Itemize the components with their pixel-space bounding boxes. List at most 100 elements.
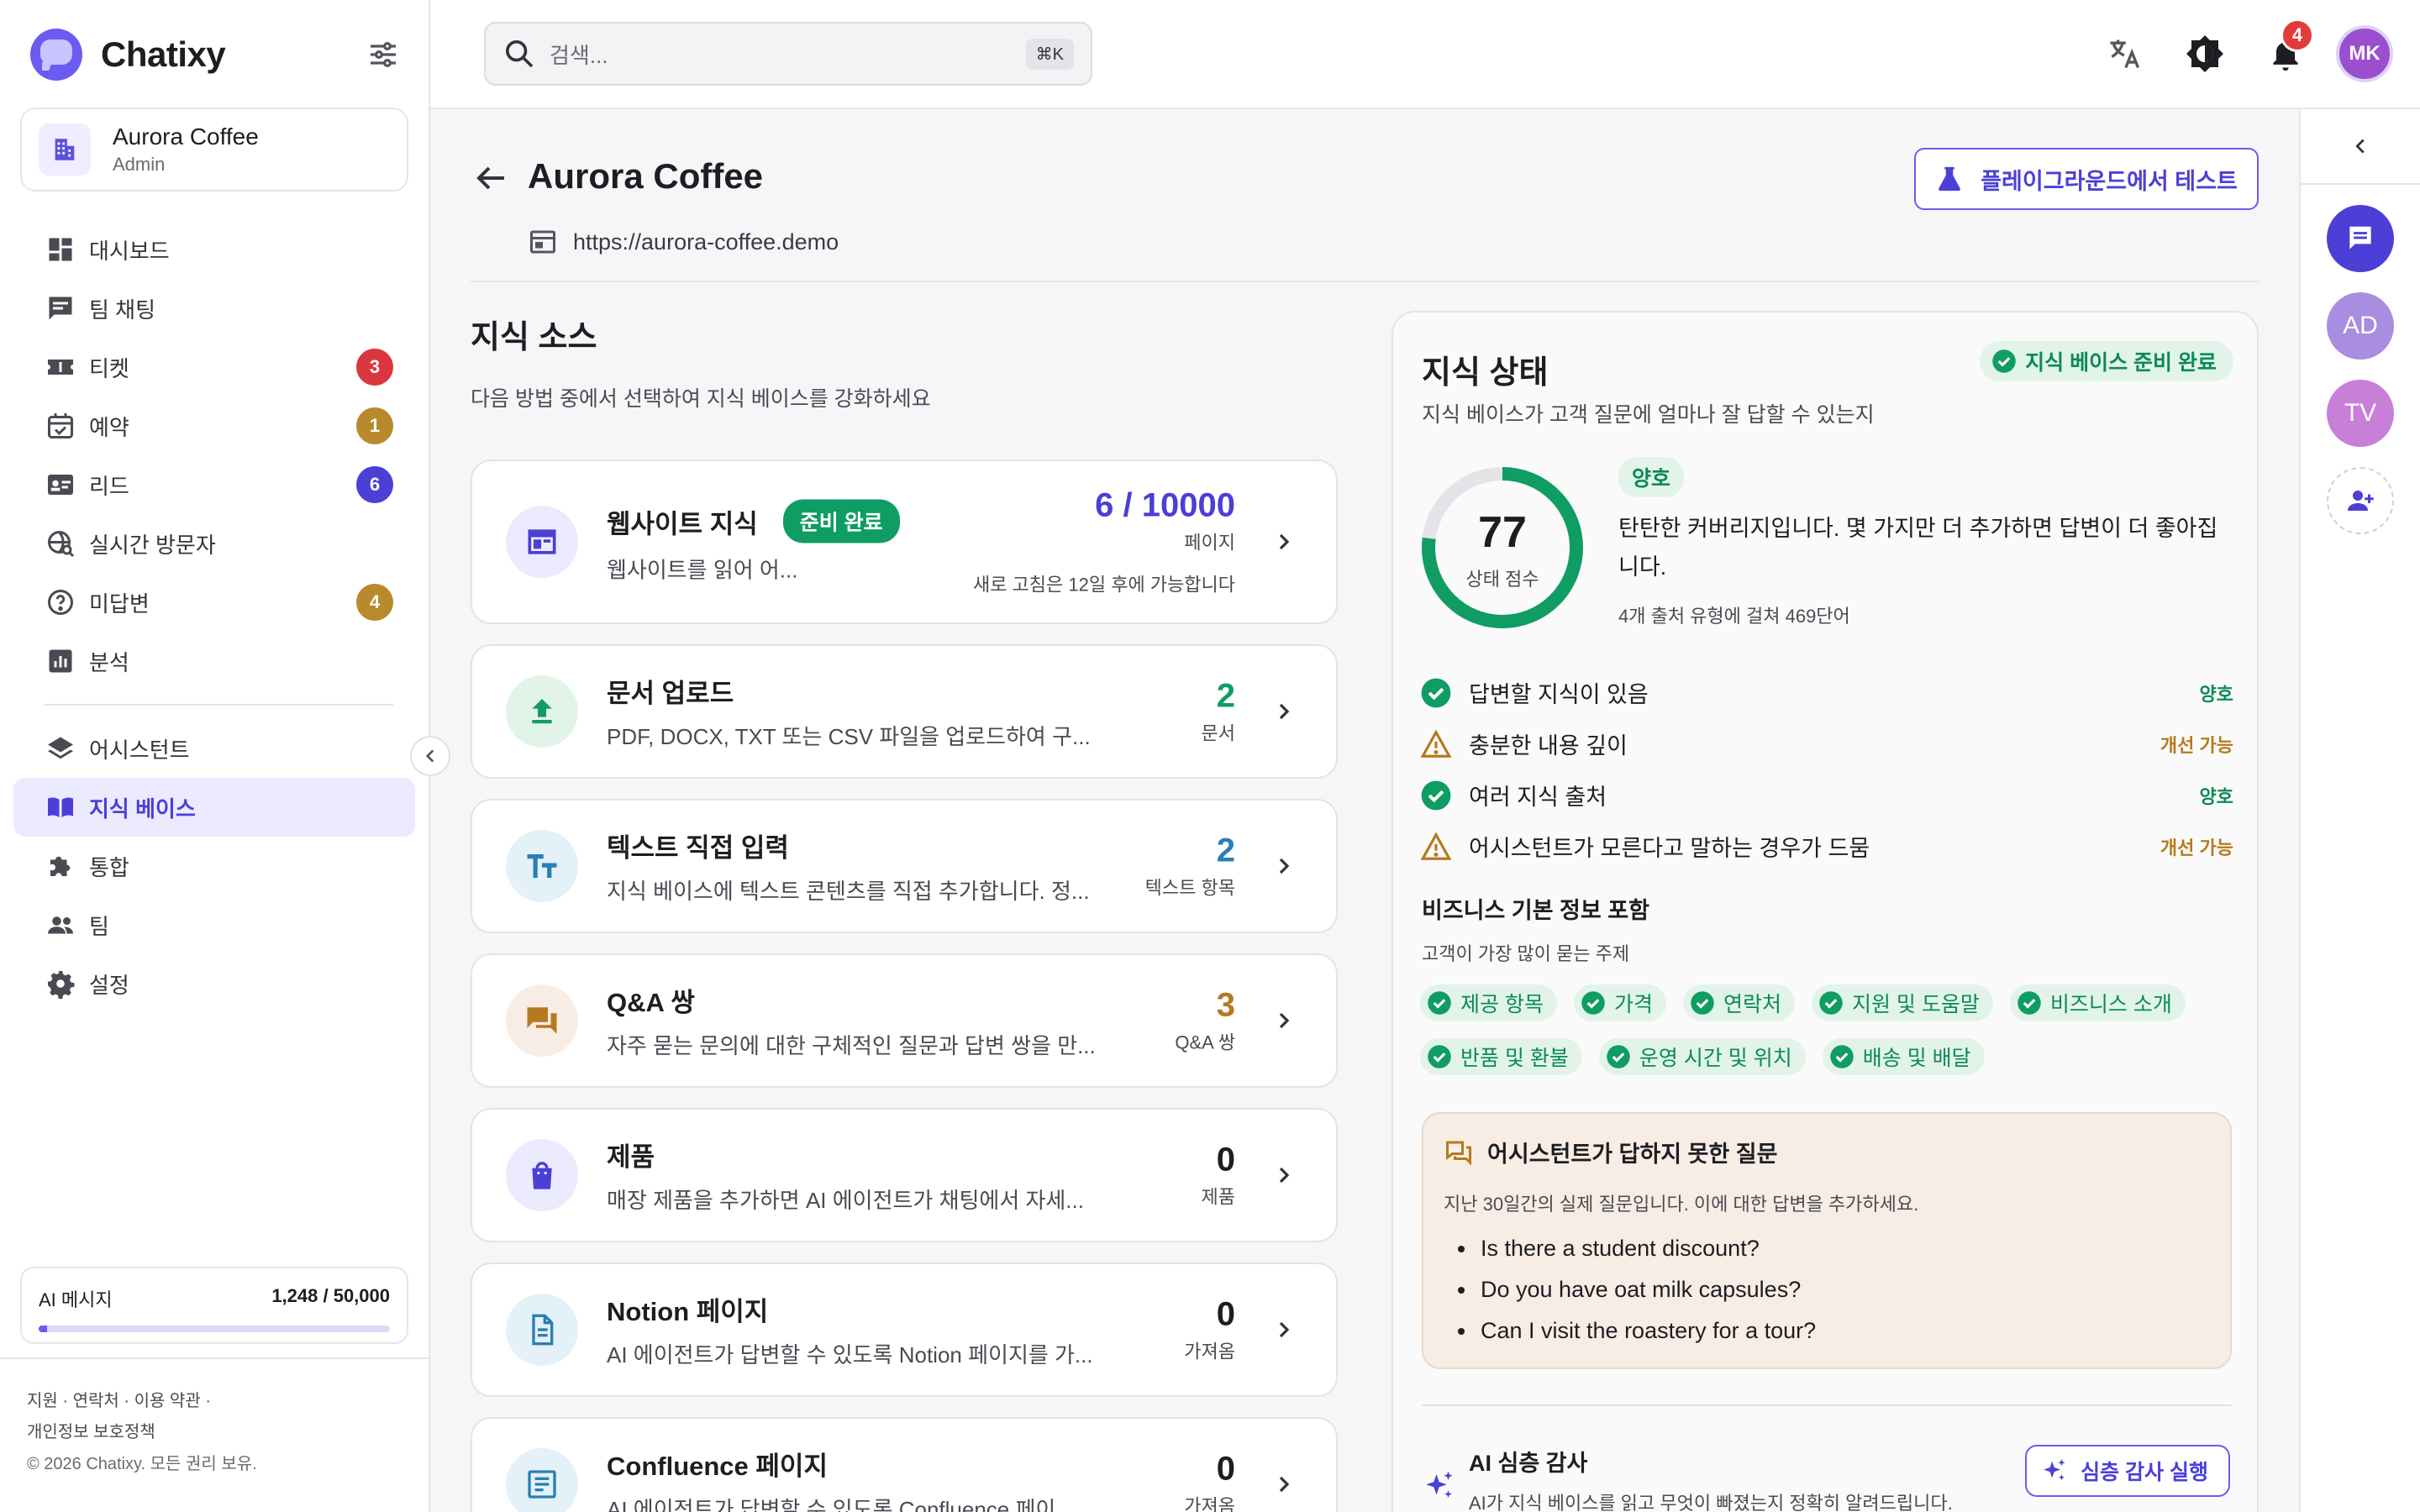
main-content: Aurora Coffee https://aurora-coffee.demo…	[430, 109, 2299, 1512]
unanswered-question[interactable]: Is there a student discount?	[1477, 1228, 1816, 1269]
translate-button[interactable]	[2094, 24, 2154, 84]
source-card-desc: AI 에이전트가 답변할 수 있도록 Confluence 페이...	[607, 1497, 1074, 1512]
source-count-value: 0	[1216, 1295, 1235, 1333]
sidebar-item-integrations[interactable]: 통합	[13, 837, 415, 895]
sidebar-item-team-chat[interactable]: 팀 채팅	[13, 279, 415, 338]
source-count-value: 6 / 10000	[1095, 486, 1235, 524]
source-count-value: 3	[1216, 986, 1235, 1024]
check-circle-icon	[1421, 678, 1451, 707]
check-row: 어시스턴트가 모른다고 말하는 경우가 드뭄 개선 가능	[1420, 821, 2233, 872]
brand: Chatixy	[30, 27, 400, 82]
check-row: 여러 지식 출처 양호	[1420, 769, 2233, 821]
notifications-button[interactable]: 4	[2255, 18, 2316, 84]
bookings-count-badge: 1	[356, 407, 393, 444]
topic-chip: 지원 및 도움말	[1811, 984, 1993, 1021]
chat-icon	[49, 297, 72, 320]
search-input[interactable]: 검색...	[550, 39, 1026, 70]
sidebar-item-settings[interactable]: 설정	[13, 954, 415, 1013]
topic-chip-label: 배송 및 배달	[1862, 1047, 1971, 1070]
sliders-icon[interactable]	[366, 38, 400, 71]
sidebar-item-label: 분석	[89, 649, 129, 675]
source-count-value: 0	[1216, 1141, 1235, 1179]
footer-link-support[interactable]: 지원	[27, 1392, 58, 1410]
deep-audit-heading: AI 심층 감사	[1422, 1445, 1587, 1498]
rail-add-member-button[interactable]	[2327, 467, 2394, 534]
sidebar-item-team[interactable]: 팀	[13, 895, 415, 954]
check-row: 답변할 지식이 있음 양호	[1420, 667, 2233, 718]
source-card-text[interactable]: 텍스트 직접 입력 지식 베이스에 텍스트 콘텐츠를 직접 추가합니다. 정..…	[471, 799, 1338, 933]
org-role: Admin	[113, 154, 166, 175]
run-deep-audit-button[interactable]: 심층 감사 실행	[2025, 1445, 2230, 1497]
sidebar-item-dashboard[interactable]: 대시보드	[13, 220, 415, 279]
footer-link-contact[interactable]: 연락처	[73, 1392, 119, 1410]
sidebar-item-unanswered[interactable]: 미답변 4	[13, 573, 415, 632]
topic-chip: 운영 시간 및 위치	[1598, 1038, 1806, 1075]
source-card-qa-pairs[interactable]: Q&A 쌍 자주 묻는 문의에 대한 구체적인 질문과 답변 쌍을 만... 3…	[471, 953, 1338, 1088]
site-url-text[interactable]: https://aurora-coffee.demo	[573, 229, 839, 255]
source-card-documents[interactable]: 문서 업로드 PDF, DOCX, TXT 또는 CSV 파일을 업로드하여 구…	[471, 644, 1338, 779]
sidebar-item-label: 어시스턴트	[89, 737, 190, 763]
test-in-playground-button[interactable]: 플레이그라운드에서 테스트	[1914, 148, 2259, 210]
sidebar-item-label: 실시간 방문자	[89, 532, 216, 558]
chevron-right-icon	[1279, 703, 1290, 720]
source-count-value: 0	[1216, 1450, 1235, 1488]
topic-chip: 비즈니스 소개	[2009, 984, 2186, 1021]
theme-toggle-button[interactable]	[2175, 24, 2235, 84]
organization-switcher[interactable]: Aurora Coffee Admin	[20, 108, 408, 192]
footer-link-privacy[interactable]: 개인정보 보호정책	[27, 1420, 403, 1445]
source-count-unit: 텍스트 항목	[1144, 877, 1235, 899]
translate-icon	[2110, 39, 2140, 69]
source-card-notion[interactable]: Notion 페이지 AI 에이전트가 답변할 수 있도록 Notion 페이지…	[471, 1263, 1338, 1397]
source-card-website[interactable]: 웹사이트 지식 준비 완료 웹사이트를 읽어 어... 6 / 10000 페이지…	[471, 459, 1338, 624]
building-icon	[39, 123, 91, 176]
sidebar-item-bookings[interactable]: 예약 1	[13, 396, 415, 455]
unanswered-question[interactable]: Can I visit the roastery for a tour?	[1477, 1310, 1816, 1352]
chevron-right-icon	[1279, 1476, 1290, 1493]
book-icon	[48, 797, 73, 817]
chevron-right-icon	[1279, 1321, 1290, 1338]
user-avatar[interactable]: MK	[2336, 25, 2393, 82]
sidebar-item-live-visitors[interactable]: 실시간 방문자	[13, 514, 415, 573]
source-card-products[interactable]: 제품 매장 제품을 추가하면 AI 에이전트가 채팅에서 자세... 0 제품	[471, 1108, 1338, 1242]
sidebar-item-assistant[interactable]: 어시스턴트	[13, 719, 415, 778]
business-basics-subtitle: 고객이 가장 많이 묻는 주제	[1422, 943, 1630, 964]
unanswered-subtitle: 지난 30일간의 실제 질문입니다. 이에 대한 답변을 추가하세요.	[1444, 1194, 1919, 1215]
sidebar-item-label: 설정	[89, 972, 129, 998]
rail-collapse-button[interactable]	[2301, 109, 2420, 185]
chevron-left-icon	[2355, 139, 2365, 154]
back-arrow-icon[interactable]	[471, 158, 511, 198]
copyright: © 2026 Chatixy. 모든 권리 보유.	[27, 1455, 257, 1473]
rail-avatar-ad[interactable]: AD	[2327, 292, 2394, 360]
quota-progress-fill	[39, 1326, 48, 1332]
quota-progress-bar	[39, 1326, 390, 1332]
nav-divider	[44, 704, 393, 706]
sidebar-collapse-button[interactable]	[410, 736, 450, 776]
qa-forum-icon	[506, 984, 578, 1057]
sidebar-item-knowledge-base[interactable]: 지식 베이스	[13, 778, 415, 837]
sidebar-item-label: 리드	[89, 473, 129, 499]
sidebar-item-analytics[interactable]: 분석	[13, 632, 415, 690]
sidebar-item-tickets[interactable]: 티켓 3	[13, 338, 415, 396]
health-score-value: 77	[1478, 508, 1527, 557]
topic-chip: 가격	[1573, 984, 1666, 1021]
footer-link-terms[interactable]: 이용 약관	[134, 1392, 201, 1410]
check-circle-icon	[1819, 991, 1843, 1015]
rail-avatar-tv[interactable]: TV	[2327, 380, 2394, 447]
topic-chip-label: 연락처	[1723, 993, 1781, 1016]
topic-chip: 제공 항목	[1420, 984, 1557, 1021]
source-card-confluence[interactable]: Confluence 페이지 AI 에이전트가 답변할 수 있도록 Conflu…	[471, 1417, 1338, 1512]
quota-label: AI 메시지	[39, 1289, 113, 1310]
source-card-count: 0 가져옴	[1184, 1296, 1235, 1364]
chevron-left-icon	[425, 749, 434, 763]
sidebar-item-leads[interactable]: 리드 6	[13, 455, 415, 514]
unanswered-question[interactable]: Do you have oat milk capsules?	[1477, 1269, 1816, 1310]
app-name: Chatixy	[101, 34, 226, 74]
source-card-count: 6 / 10000 페이지 새로 고침은 12일 후에 가능합니다	[973, 487, 1235, 597]
sidebar-item-label: 지식 베이스	[89, 795, 196, 822]
sidebar-item-label: 미답변	[89, 591, 150, 617]
source-card-desc: 웹사이트를 읽어 어...	[607, 557, 798, 583]
chatixy-logo-icon	[30, 29, 82, 81]
contact-card-icon	[48, 475, 73, 495]
rail-chat-button[interactable]	[2327, 205, 2394, 272]
search-box[interactable]: 검색... ⌘K	[484, 22, 1092, 86]
